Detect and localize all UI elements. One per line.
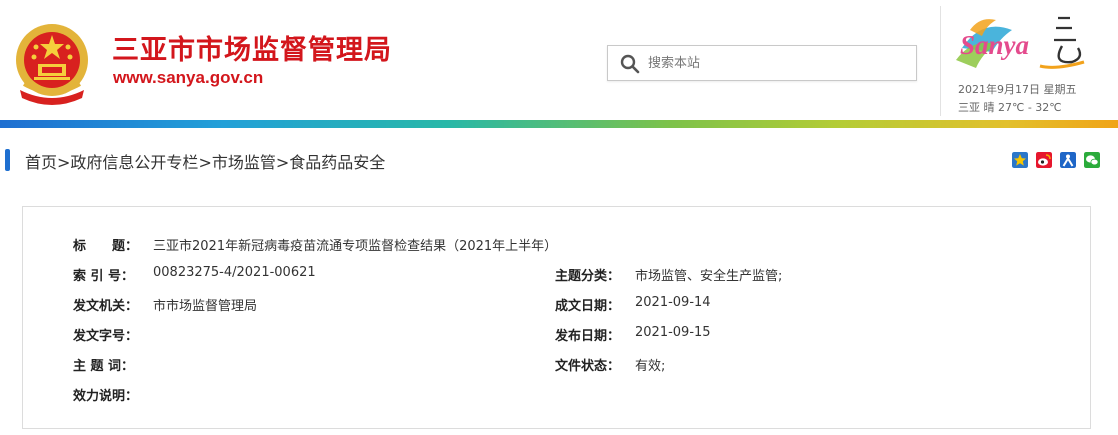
index-value: 00823275-4/2021-00621 bbox=[153, 265, 316, 280]
site-header: 三亚市市场监督管理局 www.sanya.gov.cn Sanya 2021年9… bbox=[0, 0, 1118, 120]
header-divider bbox=[940, 6, 941, 116]
weather-text: 三亚 晴 27℃ - 32℃ bbox=[958, 101, 1062, 114]
search-icon[interactable] bbox=[620, 54, 640, 74]
wechat-icon[interactable] bbox=[1084, 152, 1100, 168]
sanya-logo-text: Sanya bbox=[960, 30, 1029, 60]
title-value: 三亚市2021年新冠病毒疫苗流通专项监督检查结果（2021年上半年） bbox=[153, 239, 558, 254]
qzone-icon[interactable] bbox=[1012, 152, 1028, 168]
sanya-logo: Sanya bbox=[956, 16, 1085, 69]
breadcrumb-market[interactable]: 市场监管 bbox=[212, 153, 276, 172]
breadcrumb-separator: > bbox=[57, 153, 71, 172]
issuing-org-value: 市市场监督管理局 bbox=[153, 299, 258, 314]
publish-date-value: 2021-09-15 bbox=[635, 325, 711, 340]
keywords-label: 主 题 词： bbox=[73, 359, 135, 374]
site-url[interactable]: www.sanya.gov.cn bbox=[113, 68, 263, 88]
breadcrumb-separator: > bbox=[275, 153, 290, 172]
file-status-label: 文件状态： bbox=[555, 359, 621, 374]
national-emblem-icon bbox=[16, 24, 88, 105]
breadcrumb-marker bbox=[5, 149, 10, 171]
created-date-label: 成文日期： bbox=[555, 299, 621, 314]
effect-label: 效力说明： bbox=[73, 389, 139, 404]
renren-icon[interactable] bbox=[1060, 152, 1076, 168]
header-color-band bbox=[0, 120, 1118, 128]
site-title[interactable]: 三亚市市场监督管理局 bbox=[112, 28, 392, 67]
created-date-value: 2021-09-14 bbox=[635, 295, 711, 310]
search-input[interactable] bbox=[648, 52, 908, 74]
doc-number-label: 发文字号： bbox=[73, 329, 139, 344]
breadcrumb-gov-info[interactable]: 政府信息公开专栏 bbox=[70, 153, 198, 172]
date-text: 2021年9月17日 星期五 bbox=[958, 83, 1077, 96]
breadcrumb-food-drug[interactable]: 食品药品安全 bbox=[289, 153, 385, 172]
publish-date-label: 发布日期： bbox=[555, 329, 621, 344]
topic-label: 主题分类： bbox=[555, 269, 621, 284]
weibo-icon[interactable] bbox=[1036, 152, 1052, 168]
topic-value: 市场监管、安全生产监管; bbox=[635, 269, 783, 284]
share-toolbar bbox=[1012, 152, 1108, 170]
title-label: 标 题： bbox=[73, 239, 139, 254]
search-box[interactable] bbox=[607, 45, 917, 81]
breadcrumb-home[interactable]: 首页 bbox=[25, 153, 57, 172]
issuing-org-label: 发文机关： bbox=[73, 299, 139, 314]
file-status-value: 有效; bbox=[635, 359, 666, 374]
index-label: 索 引 号： bbox=[73, 269, 135, 284]
breadcrumb-separator: > bbox=[198, 153, 212, 172]
document-meta-card: 标 题： 三亚市2021年新冠病毒疫苗流通专项监督检查结果（2021年上半年） … bbox=[22, 206, 1091, 429]
breadcrumb: 首页>政府信息公开专栏>市场监管>食品药品安全 bbox=[5, 148, 1113, 172]
